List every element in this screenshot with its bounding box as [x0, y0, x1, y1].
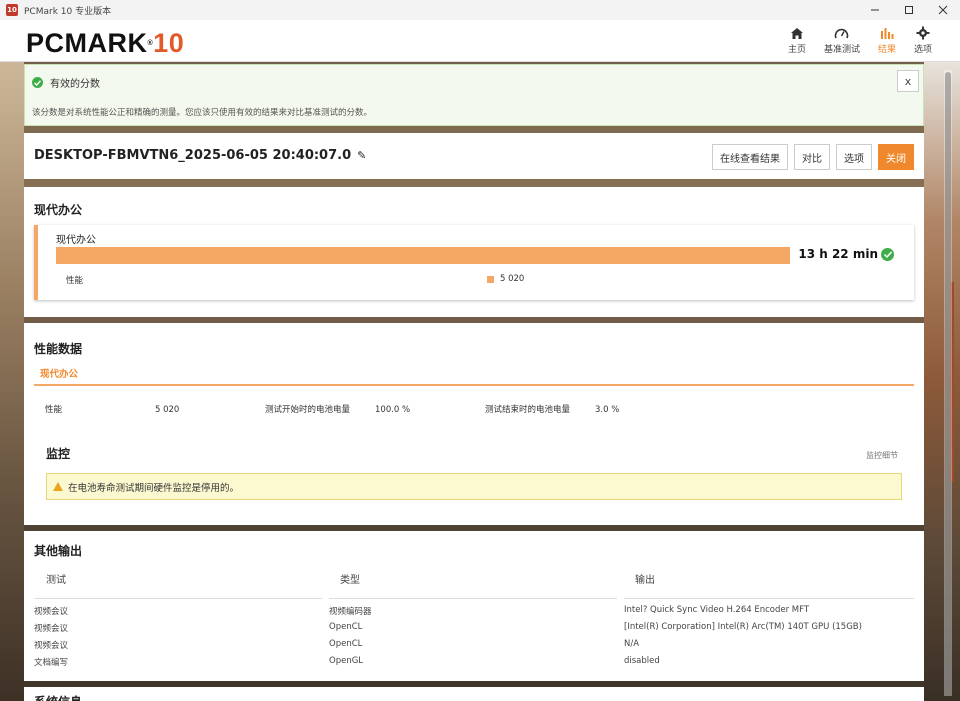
maximize-icon: [905, 6, 913, 14]
table-cell: OpenCL: [329, 622, 363, 632]
card-label: 现代办公: [56, 235, 96, 246]
table-cell: OpenGL: [329, 656, 364, 666]
gear-icon: [916, 24, 930, 42]
tab-modern-office[interactable]: 现代办公: [34, 364, 914, 386]
table-cell: N/A: [624, 639, 640, 649]
table-cell: 视频会议: [34, 641, 69, 651]
result-header: DESKTOP-FBMVTN6_2025-06-05 20:40:07.0 ✎ 在…: [24, 133, 924, 179]
table-cell: 视频会议: [34, 624, 69, 634]
close-window-button[interactable]: [926, 0, 960, 20]
performance-data-section: 性能数据 现代办公 性能 5 020 测试开始时的电池电量 100.0 % 测试…: [24, 323, 924, 525]
close-result-button[interactable]: 关闭: [878, 144, 914, 170]
section-title: 其他输出: [34, 544, 83, 558]
warning-icon: [53, 482, 63, 491]
app-icon: 10: [6, 4, 18, 16]
kv-label: 测试开始时的电池电量: [265, 405, 351, 415]
title-bar: 10 PCMark 10 专业版本: [0, 0, 960, 20]
compare-button[interactable]: 对比: [794, 144, 830, 170]
bar-chart-icon: [880, 24, 894, 42]
home-icon: [790, 24, 804, 42]
app-header: PCMARK®10 主页 基准测试 结果 选项: [0, 20, 960, 62]
kv-value: 100.0 %: [375, 405, 411, 415]
kv-value: 3.0 %: [595, 405, 620, 415]
header-divider: [329, 598, 617, 599]
maximize-button[interactable]: [892, 0, 926, 20]
check-circle-icon: [32, 77, 43, 88]
background-right: [924, 62, 960, 701]
table-header-test: 测试: [46, 575, 66, 586]
result-actions: 在线查看结果 对比 选项 关闭: [712, 144, 914, 170]
perf-label: 性能: [66, 276, 84, 286]
nav-options-label: 选项: [913, 45, 932, 55]
section-title: 现代办公: [34, 203, 83, 217]
nav-results-label: 结果: [877, 45, 896, 55]
pcmark-logo: PCMARK®10: [26, 28, 185, 58]
score-value: 5 020: [500, 274, 525, 284]
score-legend: 5 020: [487, 274, 524, 284]
tab-label: 现代办公: [40, 369, 79, 380]
battery-time-value: 13 h 22 min: [798, 247, 878, 261]
monitor-details-link[interactable]: 监控细节: [866, 450, 898, 461]
table-header-output: 输出: [635, 575, 655, 586]
kv-label: 性能: [45, 405, 63, 415]
nav-options[interactable]: 选项: [914, 24, 932, 55]
table-cell: 文档编写: [34, 658, 69, 668]
scrollbar-thumb[interactable]: [945, 72, 951, 692]
logo-ten: 10: [153, 28, 185, 58]
window-title: PCMark 10 专业版本: [24, 6, 112, 17]
system-info-section: 系统信息: [24, 687, 924, 701]
table-cell: [Intel(R) Corporation] Intel(R) Arc(TM) …: [624, 622, 862, 632]
table-cell: 视频编码器: [329, 607, 372, 617]
monitor-warning: 在电池寿命测试期间硬件监控是停用的。: [46, 473, 902, 500]
section-title: 系统信息: [34, 693, 82, 701]
options-button[interactable]: 选项: [836, 144, 872, 170]
other-output-section: 其他输出 测试 类型 输出 视频会议 视频编码器 Intel? Quick Sy…: [24, 531, 924, 681]
result-name-text: DESKTOP-FBMVTN6_2025-06-05 20:40:07.0: [34, 148, 352, 163]
table-cell: disabled: [624, 656, 660, 666]
battery-time: 13 h 22 min: [798, 247, 894, 261]
gauge-icon: [834, 24, 849, 42]
table-header-type: 类型: [340, 575, 360, 586]
nav-home-label: 主页: [787, 45, 806, 55]
alert-title: 有效的分数: [50, 79, 100, 90]
alert-close-button[interactable]: x: [897, 70, 919, 92]
header-divider: [34, 598, 322, 599]
nav-benchmarks[interactable]: 基准测试: [824, 24, 860, 55]
nav-benchmarks-label: 基准测试: [823, 45, 860, 55]
logo-main: PCMARK: [26, 28, 148, 58]
minimize-button[interactable]: [858, 0, 892, 20]
warning-text: 在电池寿命测试期间硬件监控是停用的。: [68, 482, 240, 494]
close-icon: [938, 5, 948, 15]
check-circle-icon: [881, 247, 894, 261]
background-left: [0, 62, 24, 701]
table-cell: Intel? Quick Sync Video H.264 Encoder MF…: [624, 605, 810, 615]
window-controls: [858, 0, 960, 20]
minimize-icon: [871, 9, 879, 11]
header-divider: [624, 598, 914, 599]
modern-office-section: 现代办公 现代办公 13 h 22 min 性能 5 020: [24, 187, 924, 317]
table-cell: 视频会议: [34, 607, 69, 617]
alert-message: 该分数是对系统性能公正和精确的测量。您应该只使用有效的结果来对比基准测试的分数。: [32, 108, 373, 118]
table-cell: OpenCL: [329, 639, 363, 649]
score-card: 现代办公 13 h 22 min 性能 5 020: [34, 225, 914, 300]
pencil-icon[interactable]: ✎: [357, 149, 366, 162]
result-name: DESKTOP-FBMVTN6_2025-06-05 20:40:07.0 ✎: [34, 148, 366, 163]
view-online-button[interactable]: 在线查看结果: [712, 144, 788, 170]
section-title: 性能数据: [34, 342, 83, 356]
nav-results[interactable]: 结果: [878, 24, 896, 55]
monitor-title: 监控: [46, 447, 71, 461]
valid-score-alert: 有效的分数 该分数是对系统性能公正和精确的测量。您应该只使用有效的结果来对比基准…: [24, 64, 924, 126]
kv-label: 测试结束时的电池电量: [485, 405, 571, 415]
nav-home[interactable]: 主页: [788, 24, 806, 55]
kv-value: 5 020: [155, 405, 180, 415]
legend-swatch: [487, 275, 494, 283]
score-bar: [56, 247, 790, 264]
main-nav: 主页 基准测试 结果 选项: [788, 24, 932, 55]
